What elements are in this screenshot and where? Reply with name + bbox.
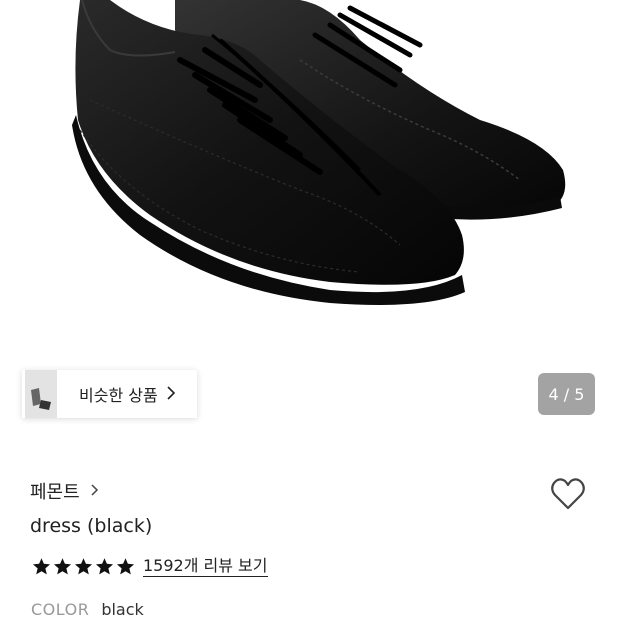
rating-stars [32,557,137,576]
heart-outline-icon [551,478,585,510]
similar-products-button[interactable]: 비슷한 상품 [22,370,197,418]
color-label: COLOR [31,600,90,619]
star-filled-icon [53,558,72,575]
shoes-photo [72,0,566,305]
similar-products-label: 비슷한 상품 [79,386,158,405]
brand-name: 페몬트 [30,482,80,503]
star-filled-icon [32,558,51,575]
reviews-link[interactable]: 1592개 리뷰 보기 [143,556,268,577]
chevron-right-icon [166,385,176,404]
star-filled-icon [116,558,135,575]
color-value: black [101,600,144,619]
chevron-right-icon [90,482,99,501]
brand-link[interactable]: 페몬트 [30,478,99,504]
rating-row: 1592개 리뷰 보기 [32,556,268,577]
image-pager-indicator: 4 / 5 [538,373,595,415]
star-filled-icon [74,558,93,575]
product-name: dress (black) [30,515,153,537]
star-filled-icon [95,558,114,575]
pager-text: 4 / 5 [548,384,585,404]
product-image[interactable] [0,0,620,355]
color-option: COLOR black [31,600,144,619]
similar-product-thumbnail [25,370,57,418]
wishlist-heart-button[interactable] [548,474,588,514]
